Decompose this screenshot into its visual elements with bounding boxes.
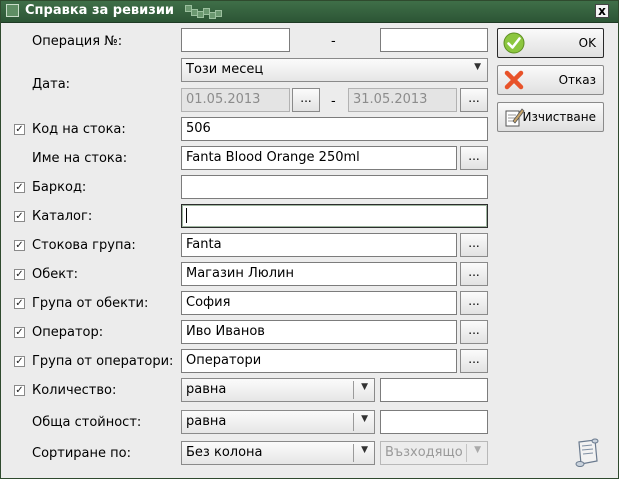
sort-column-value: Без колона [186, 445, 263, 460]
ok-button[interactable]: OK [497, 28, 604, 58]
barcode-input[interactable] [181, 175, 488, 199]
date-from-picker-button[interactable]: ... [292, 88, 320, 112]
location-checkbox[interactable]: ✓ [14, 269, 25, 280]
chevron-down-icon: ▼ [474, 445, 481, 455]
quantity-condition-value: равна [186, 382, 227, 397]
select-divider [353, 444, 354, 462]
catalog-input[interactable] [181, 204, 488, 228]
operator-checkbox[interactable]: ✓ [14, 327, 25, 338]
operator-group-browse-button[interactable]: ... [460, 349, 488, 373]
item-group-input[interactable]: Fanta [181, 233, 457, 257]
window-title: Справка за ревизии [25, 3, 175, 18]
date-separator: - [331, 94, 336, 109]
barcode-checkbox[interactable]: ✓ [14, 182, 25, 193]
check-circle-icon [503, 32, 525, 54]
location-input[interactable]: Магазин Люлин [181, 262, 457, 286]
chevron-down-icon: ▼ [474, 62, 481, 72]
item-name-input[interactable]: Fanta Blood Orange 250ml [181, 146, 457, 170]
chevron-down-icon: ▼ [361, 445, 368, 455]
catalog-checkbox[interactable]: ✓ [14, 211, 25, 222]
total-value-condition-select[interactable]: равна ▼ [181, 410, 375, 434]
cancel-button-label: Отказ [558, 73, 596, 87]
operation-no-from-input[interactable] [181, 28, 290, 52]
operator-input[interactable]: Иво Иванов [181, 320, 457, 344]
operation-no-label: Операция №: [32, 34, 123, 49]
window-icon [6, 4, 19, 17]
item-code-checkbox[interactable]: ✓ [14, 124, 25, 135]
location-group-checkbox[interactable]: ✓ [14, 298, 25, 309]
operation-no-separator: - [331, 34, 336, 49]
cross-icon [504, 70, 524, 90]
item-code-label: Код на стока: [32, 122, 126, 137]
barcode-label: Баркод: [32, 180, 87, 195]
chevron-down-icon: ▼ [361, 414, 368, 424]
date-range-select[interactable]: Този месец ▼ [181, 58, 488, 82]
close-button[interactable]: x [595, 4, 609, 18]
quantity-label: Количество: [32, 383, 117, 398]
operator-label: Оператор: [32, 325, 104, 340]
sort-direction-value: Възходящо [385, 445, 463, 460]
item-name-browse-button[interactable]: ... [460, 146, 488, 170]
operator-group-checkbox[interactable]: ✓ [14, 356, 25, 367]
location-group-label: Група от обекти: [32, 296, 149, 311]
select-divider [353, 413, 354, 431]
quantity-condition-select[interactable]: равна ▼ [181, 378, 375, 402]
titlebar-decoration [185, 5, 225, 19]
item-group-label: Стокова група: [32, 238, 136, 253]
sort-column-select[interactable]: Без колона ▼ [181, 441, 375, 465]
chevron-down-icon: ▼ [361, 382, 368, 392]
location-group-input[interactable]: София [181, 291, 457, 315]
clear-button-label: Изчистване [522, 110, 597, 124]
total-value-condition-value: равна [186, 414, 227, 429]
quantity-input[interactable] [380, 378, 488, 402]
quantity-checkbox[interactable]: ✓ [14, 385, 25, 396]
clear-button[interactable]: Изчистване [497, 102, 604, 132]
location-group-browse-button[interactable]: ... [460, 291, 488, 315]
total-value-input[interactable] [380, 410, 488, 434]
item-code-input[interactable]: 506 [181, 117, 488, 141]
operator-browse-button[interactable]: ... [460, 320, 488, 344]
location-browse-button[interactable]: ... [460, 262, 488, 286]
total-value-label: Обща стойност: [32, 415, 142, 430]
date-label: Дата: [32, 77, 71, 92]
text-caret [186, 208, 187, 223]
date-from-input: 01.05.2013 [181, 88, 290, 112]
select-divider [466, 444, 467, 462]
operator-group-input[interactable]: Оператори [181, 349, 457, 373]
sort-by-label: Сортиране по: [32, 446, 131, 461]
date-range-value: Този месец [186, 62, 264, 77]
date-to-input: 31.05.2013 [348, 88, 457, 112]
help-scroll-icon[interactable] [573, 437, 603, 469]
item-group-checkbox[interactable]: ✓ [14, 240, 25, 251]
revision-report-dialog: Справка за ревизии x Операция №: - Дата:… [0, 0, 619, 479]
cancel-button[interactable]: Отказ [497, 65, 604, 95]
title-bar[interactable]: Справка за ревизии x [1, 1, 618, 23]
operator-group-label: Група от оператори: [32, 354, 174, 369]
date-to-picker-button[interactable]: ... [460, 88, 488, 112]
item-name-label: Име на стока: [32, 151, 128, 166]
select-divider [353, 381, 354, 399]
location-label: Обект: [32, 267, 79, 282]
item-group-browse-button[interactable]: ... [460, 233, 488, 257]
catalog-label: Каталог: [32, 209, 93, 224]
ok-button-label: OK [578, 36, 596, 50]
sort-direction-select: Възходящо ▼ [380, 441, 488, 465]
operation-no-to-input[interactable] [380, 28, 488, 52]
